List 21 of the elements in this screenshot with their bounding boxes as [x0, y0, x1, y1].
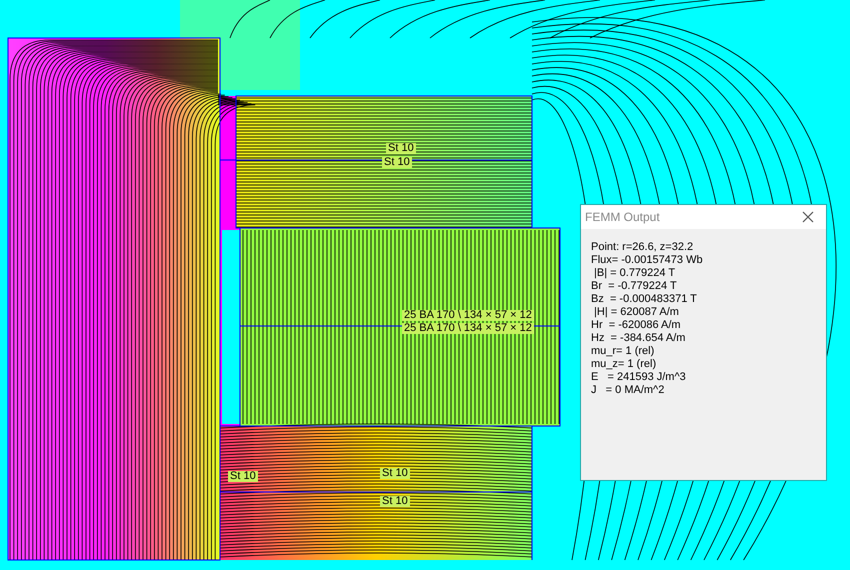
- output-line: mu_z= 1 (rel): [591, 358, 658, 371]
- region-label: 25 BA 170 \ 134 × 57 × 12: [402, 323, 534, 334]
- output-line: E = 241593 J/m^3: [591, 371, 687, 384]
- output-line: |H| = 620087 A/m: [593, 306, 680, 319]
- output-line: Flux= -0.00157473 Wb: [591, 254, 704, 267]
- window-title: FEMM Output: [585, 210, 660, 224]
- output-line: Hr = -620086 A/m: [591, 319, 682, 332]
- region-label: St 10: [228, 471, 258, 482]
- region-label: 25 BA 170 \ 134 × 57 × 12: [402, 310, 534, 321]
- region-label: St 10: [380, 496, 410, 507]
- output-line: Point: r=26.6, z=32.2: [591, 241, 694, 254]
- output-line: Bz = -0.000483371 T: [591, 293, 698, 306]
- close-icon[interactable]: [802, 211, 814, 223]
- region-label: St 10: [380, 468, 410, 479]
- output-line: |B| = 0.779224 T: [593, 267, 676, 280]
- output-line: mu_r= 1 (rel): [591, 345, 656, 358]
- region-label: St 10: [382, 157, 412, 168]
- region-label: St 10: [386, 143, 416, 154]
- output-line: Hz = -384.654 A/m: [591, 332, 686, 345]
- output-line: J = 0 MA/m^2: [591, 384, 666, 397]
- output-line: Br = -0.779224 T: [591, 280, 678, 293]
